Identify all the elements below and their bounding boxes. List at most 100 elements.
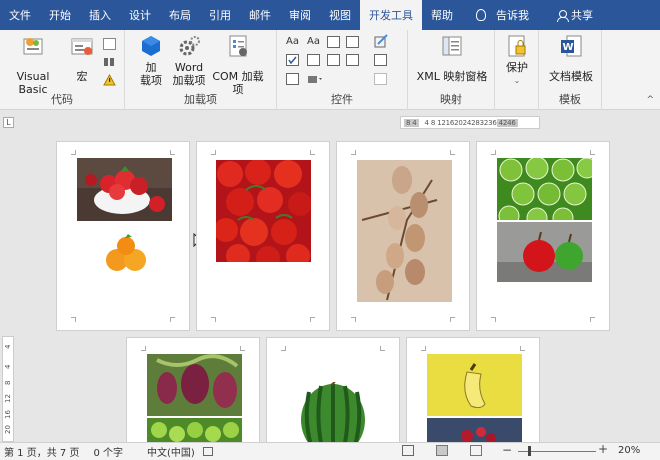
repeating-section-icon[interactable]: [286, 73, 299, 85]
tab-developer[interactable]: 开发工具: [360, 0, 422, 30]
tab-home[interactable]: 开始: [40, 0, 80, 30]
tab-file[interactable]: 文件: [0, 0, 40, 30]
document-page-2[interactable]: [196, 141, 330, 331]
document-page-6[interactable]: [266, 337, 400, 447]
oranges-image[interactable]: [101, 232, 151, 276]
margin-corner: [211, 150, 216, 155]
word-count-status[interactable]: 0 个字: [93, 444, 123, 459]
dropdown-control-icon[interactable]: [327, 54, 340, 66]
group-addins-label: 加载项: [184, 93, 217, 106]
group-controls: Aa Aa 控件: [277, 30, 408, 110]
strawberries-image[interactable]: [77, 158, 172, 221]
tab-view[interactable]: 视图: [320, 0, 360, 30]
ribbon: Visual Basic 宏 代码 加 载项 Word 加载项 COM 加载项 …: [0, 30, 660, 110]
macros-label: 宏: [76, 70, 88, 83]
macro-security-icon[interactable]: [103, 73, 116, 86]
document-template-button[interactable]: W 文档模板: [545, 34, 597, 83]
margin-corner: [491, 150, 496, 155]
com-addins-button[interactable]: COM 加载项: [207, 34, 269, 96]
zoom-level[interactable]: 20%: [618, 445, 640, 456]
zoom-in-button[interactable]: +: [598, 442, 608, 456]
tab-layout[interactable]: 布局: [160, 0, 200, 30]
document-page-7[interactable]: [406, 337, 540, 448]
xml-mapping-label: XML 映射窗格: [416, 70, 488, 83]
share-button[interactable]: 共享: [549, 7, 601, 23]
ruler-right-margin: 4246: [496, 118, 518, 127]
tab-insert[interactable]: 插入: [80, 0, 120, 30]
bananas-image[interactable]: [427, 354, 522, 416]
margin-corner: [450, 317, 455, 322]
apples-image[interactable]: [497, 222, 592, 282]
word-addins-button[interactable]: Word 加载项: [169, 34, 209, 87]
tab-mailings[interactable]: 邮件: [240, 0, 280, 30]
group-templates-label: 模板: [559, 93, 581, 106]
watermelon-image[interactable]: [297, 382, 369, 444]
dried-fruit-image[interactable]: [357, 160, 452, 302]
combo-box-control-icon[interactable]: [307, 54, 320, 66]
kiwi-image[interactable]: [497, 158, 592, 220]
margin-corner: [310, 317, 315, 322]
document-page-1[interactable]: [56, 141, 190, 331]
svg-text:W: W: [563, 42, 574, 53]
record-macro-icon[interactable]: [103, 38, 116, 50]
page-count-status[interactable]: 第 1 页，共 7 页: [4, 444, 79, 459]
ruler-left-margin: 8 4: [404, 118, 419, 127]
protect-button[interactable]: 保护 ⌄: [500, 34, 534, 87]
ribbon-tab-bar: 文件 开始 插入 设计 布局 引用 邮件 审阅 视图 开发工具 帮助 告诉我 共…: [0, 0, 660, 30]
xml-mapping-pane-button[interactable]: XML 映射窗格: [414, 34, 490, 83]
plain-text-control-icon[interactable]: Aa: [307, 36, 320, 47]
collapse-ribbon-icon[interactable]: ^: [646, 95, 654, 105]
visual-basic-button[interactable]: Visual Basic: [3, 34, 63, 96]
picture-control-icon[interactable]: [327, 36, 340, 48]
zoom-slider-thumb[interactable]: [528, 446, 531, 456]
margin-corner: [170, 150, 175, 155]
addins-icon: [139, 34, 163, 58]
addins-label-2: 载项: [140, 74, 162, 87]
design-mode-icon[interactable]: [374, 34, 388, 51]
accessibility-icon[interactable]: [202, 447, 213, 456]
tab-references[interactable]: 引用: [200, 0, 240, 30]
zoom-out-button[interactable]: −: [502, 443, 512, 457]
legacy-tools-icon[interactable]: [307, 73, 322, 85]
read-mode-view-icon[interactable]: [402, 445, 414, 456]
margin-corner: [71, 317, 76, 322]
tab-design[interactable]: 设计: [120, 0, 160, 30]
document-page-5[interactable]: [126, 337, 260, 448]
vertical-ruler[interactable]: 4 4 8 12 16 20: [2, 336, 14, 442]
macros-icon: [70, 34, 94, 58]
checkbox-control-icon[interactable]: [286, 54, 299, 66]
group-controls-label: 控件: [331, 93, 353, 106]
ruler-strip: L 8 4 4 8 12162024283236 4246: [0, 111, 660, 133]
horizontal-ruler[interactable]: 8 4 4 8 12162024283236 4246: [400, 116, 540, 129]
word-addins-label-1: Word: [174, 61, 204, 74]
tomatoes-image[interactable]: [216, 160, 311, 262]
margin-corner: [351, 317, 356, 322]
margin-corner: [590, 150, 595, 155]
v-ruler-mark: 16: [4, 410, 12, 419]
language-status[interactable]: 中文(中国): [147, 444, 195, 459]
date-picker-control-icon[interactable]: [346, 54, 359, 66]
properties-icon[interactable]: [374, 54, 387, 66]
margin-corner: [491, 317, 496, 322]
person-icon: [557, 9, 569, 22]
tab-stop-selector[interactable]: L: [3, 117, 14, 128]
pause-macro-icon[interactable]: [103, 56, 116, 68]
tell-me-label: 告诉我: [496, 9, 529, 22]
grapes-image[interactable]: [147, 354, 242, 416]
group-control-icon[interactable]: [374, 73, 387, 85]
addins-button[interactable]: 加 载项: [133, 34, 169, 87]
margin-corner: [281, 346, 286, 351]
tab-help[interactable]: 帮助: [422, 0, 462, 30]
margin-corner: [450, 150, 455, 155]
com-addins-icon: [226, 34, 250, 58]
tab-review[interactable]: 审阅: [280, 0, 320, 30]
building-block-control-icon[interactable]: [346, 36, 359, 48]
document-page-4[interactable]: [476, 141, 610, 331]
tell-me-box[interactable]: 告诉我: [468, 7, 537, 23]
document-page-3[interactable]: [336, 141, 470, 331]
print-layout-view-icon[interactable]: [436, 445, 448, 456]
macros-button[interactable]: 宏: [66, 34, 98, 83]
v-ruler-mark: 4: [4, 364, 12, 369]
web-layout-view-icon[interactable]: [470, 445, 482, 456]
rich-text-control-icon[interactable]: Aa: [286, 36, 299, 47]
